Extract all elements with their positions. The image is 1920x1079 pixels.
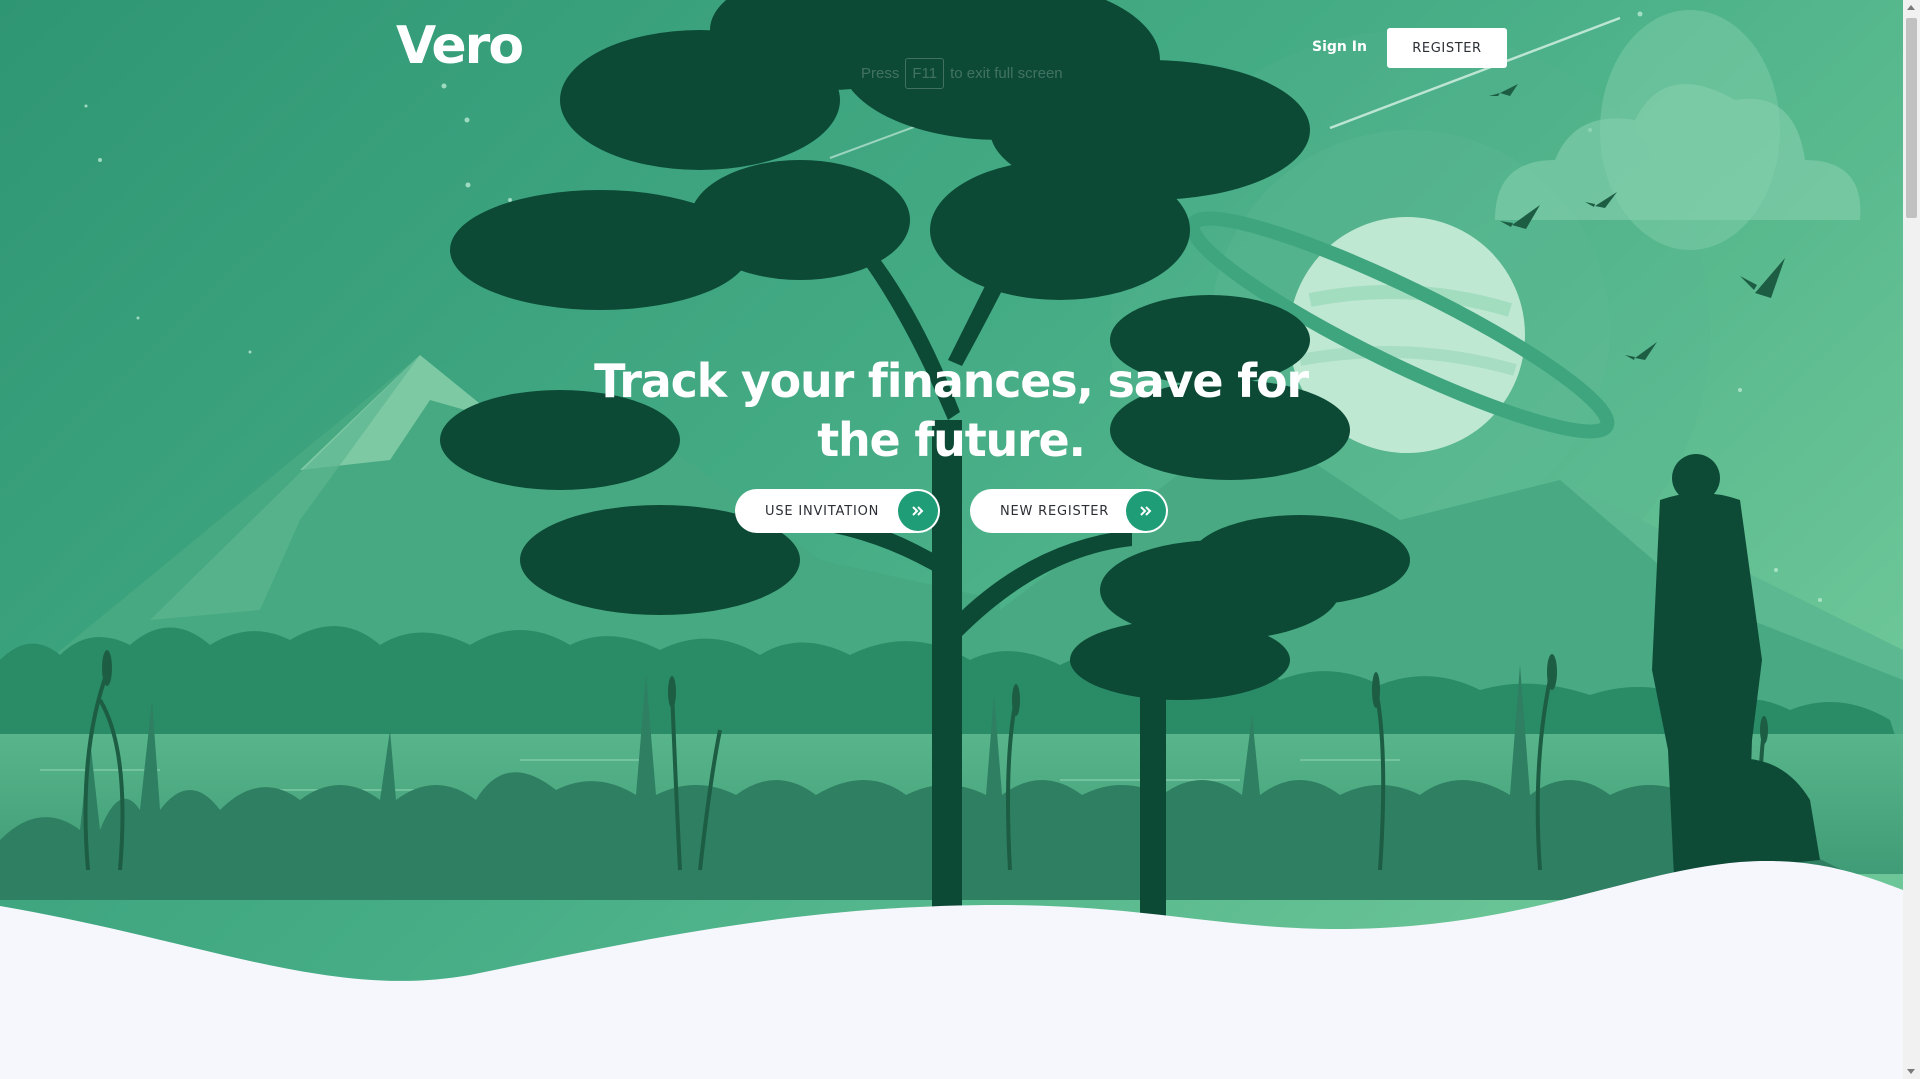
new-register-label: NEW REGISTER	[1000, 503, 1110, 519]
brand-logo[interactable]: Vero	[396, 20, 524, 72]
signin-link[interactable]: Sign In	[1312, 39, 1367, 55]
page-viewport: Vero Press F11 to exit full screen Sign In…	[0, 0, 1903, 1079]
hero-section: Vero Press F11 to exit full screen Sign In…	[0, 0, 1903, 1079]
register-button[interactable]: REGISTER	[1387, 28, 1507, 68]
double-chevron-right-icon	[898, 491, 938, 531]
fullscreen-hint-suffix: to exit full screen	[950, 65, 1063, 82]
use-invitation-label: USE INVITATION	[765, 503, 880, 519]
double-chevron-right-icon	[1126, 491, 1166, 531]
hero-headline: Track your finances, save for the future…	[594, 354, 1309, 467]
fullscreen-hint-prefix: Press	[861, 65, 900, 82]
scrollbar-thumb[interactable]	[1906, 18, 1917, 218]
scroll-up-arrow-icon[interactable]	[1907, 5, 1915, 10]
fullscreen-hint: Press F11 to exit full screen	[861, 58, 1063, 89]
fullscreen-hint-key: F11	[905, 58, 945, 89]
hero-illustration	[0, 0, 1903, 1079]
scroll-down-arrow-icon[interactable]	[1907, 1069, 1915, 1074]
page-scrollbar[interactable]	[1903, 0, 1920, 1079]
use-invitation-button[interactable]: USE INVITATION	[735, 489, 940, 533]
new-register-button[interactable]: NEW REGISTER	[970, 489, 1168, 533]
